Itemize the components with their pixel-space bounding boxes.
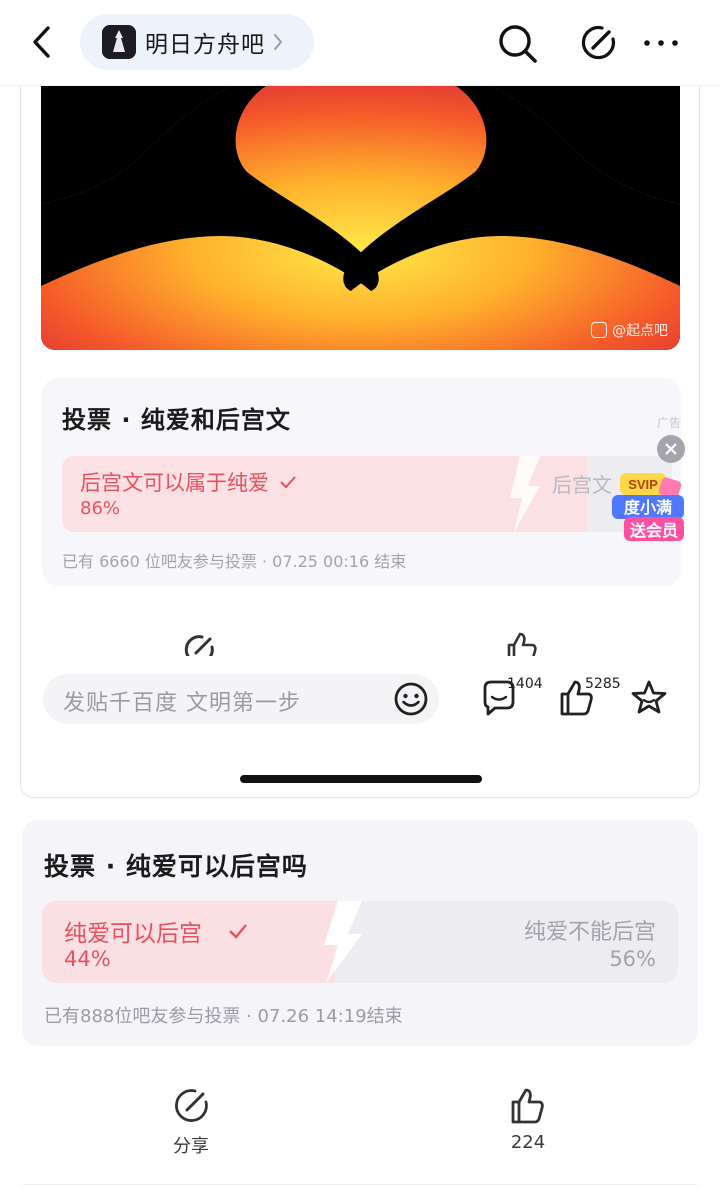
embedded-action-row-partial [21, 626, 699, 656]
divider [22, 1184, 698, 1185]
comment-input[interactable]: 发贴千百度 文明第一步 [43, 674, 439, 724]
more-button[interactable] [638, 20, 684, 66]
share-icon [175, 1089, 208, 1122]
svg-text:送会员: 送会员 [629, 521, 678, 540]
check-icon [229, 924, 247, 939]
comment-count: 1404 [507, 676, 543, 692]
svg-text:度小满: 度小满 [624, 498, 672, 517]
like-count: 224 [510, 1132, 546, 1153]
svg-text:SVIP: SVIP [628, 477, 658, 492]
vote-result-bar: 纯爱可以后宫 44% 纯爱不能后宫 56% [42, 901, 678, 983]
vote-title: 投票 · 纯爱可以后宫吗 [44, 852, 308, 881]
home-indicator [240, 775, 482, 783]
comment-placeholder: 发贴千百度 文明第一步 [63, 691, 301, 716]
vote-pct-left: 44% [64, 947, 111, 971]
share-label: 分享 [173, 1136, 209, 1157]
embedded-vote-pct-left: 86% [80, 498, 121, 519]
vote-pct-right: 56% [609, 947, 656, 971]
chevron-right-icon [274, 34, 282, 50]
share-icon [184, 635, 214, 656]
embedded-comment-bar: 发贴千百度 文明第一步 1404 5285 [21, 662, 699, 734]
post-action-bar: 分享 224 [0, 1080, 720, 1180]
search-icon [499, 25, 537, 63]
watermark-logo-icon [591, 322, 607, 338]
back-icon [33, 26, 50, 58]
vote-option-left[interactable]: 纯爱可以后宫 [64, 914, 248, 948]
compose-icon [581, 25, 616, 60]
embedded-vote-footer: 已有 6660 位吧友参与投票 · 07.25 00:16 结束 [62, 552, 407, 571]
image-watermark: @起点吧 [591, 320, 668, 340]
svip-promo-badge[interactable]: SVIP 度小满 送会员 [610, 467, 688, 543]
ad-tag: 广告 [656, 416, 681, 430]
search-button[interactable] [494, 20, 540, 66]
top-nav-bar: 明日方舟吧 [0, 0, 720, 86]
forum-avatar [102, 25, 136, 59]
embedded-vote-option-right[interactable]: 后宫文 [552, 469, 612, 498]
like-count: 5285 [585, 676, 621, 692]
heart-hands-image: @起点吧 [41, 86, 680, 350]
forum-entry-pill[interactable]: 明日方舟吧 [80, 14, 314, 70]
embedded-screenshot: @起点吧 投票 · 纯爱和后宫文 广告 后宫文可以属于纯爱 86% 后宫文 已有… [20, 86, 700, 798]
vote-footer: 已有888位吧友参与投票 · 07.26 14:19结束 [44, 1006, 403, 1027]
embedded-vote-option-left[interactable]: 后宫文可以属于纯爱 [80, 467, 297, 497]
check-icon [280, 476, 296, 489]
share-button[interactable]: 分享 [141, 1086, 241, 1158]
more-icon [644, 40, 678, 46]
compose-button[interactable] [575, 20, 621, 66]
embedded-vote-title: 投票 · 纯爱和后宫文 [62, 406, 291, 434]
star-icon [631, 680, 667, 714]
vote-card: 投票 · 纯爱可以后宫吗 纯爱可以后宫 44% 纯爱不能后宫 56% 已有888… [22, 820, 698, 1046]
like-count-button[interactable]: 5285 [557, 676, 621, 720]
like-icon [507, 632, 537, 656]
thumbs-up-icon [511, 1088, 544, 1124]
favorite-button[interactable] [629, 676, 669, 720]
vote-option-right[interactable]: 纯爱不能后宫 [524, 914, 656, 946]
embedded-vote-bar: 后宫文可以属于纯爱 86% 后宫文 [62, 456, 672, 532]
emoji-icon[interactable] [393, 681, 429, 717]
like-button[interactable]: 224 [478, 1086, 578, 1153]
close-icon [665, 443, 677, 455]
forum-name: 明日方舟吧 [145, 32, 265, 58]
comment-count-button[interactable]: 1404 [479, 676, 543, 720]
back-button[interactable] [26, 22, 60, 62]
embedded-vote-card: 投票 · 纯爱和后宫文 广告 后宫文可以属于纯爱 86% 后宫文 已有 6660… [42, 378, 681, 586]
close-ad-button[interactable] [657, 435, 685, 463]
